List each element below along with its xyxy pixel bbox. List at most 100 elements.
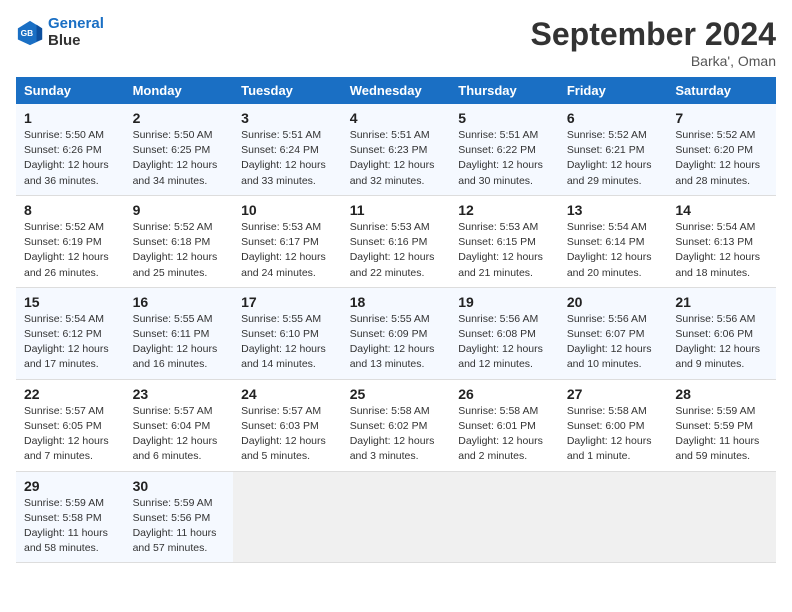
calendar-cell: 9 Sunrise: 5:52 AMSunset: 6:18 PMDaylight…: [125, 195, 234, 287]
day-info: Sunrise: 5:50 AMSunset: 6:25 PMDaylight:…: [133, 128, 226, 189]
day-info: Sunrise: 5:56 AMSunset: 6:06 PMDaylight:…: [675, 312, 768, 373]
day-info: Sunrise: 5:54 AMSunset: 6:12 PMDaylight:…: [24, 312, 117, 373]
calendar-cell: 6Sunrise: 5:52 AMSunset: 6:21 PMDaylight…: [559, 104, 668, 195]
day-number: 19: [458, 294, 551, 310]
calendar-cell: 4Sunrise: 5:51 AMSunset: 6:23 PMDaylight…: [342, 104, 451, 195]
day-info: Sunrise: 5:52 AMSunset: 6:19 PMDaylight:…: [24, 220, 117, 281]
day-number: 7: [675, 110, 768, 126]
calendar-cell: 15 Sunrise: 5:54 AMSunset: 6:12 PMDayligh…: [16, 287, 125, 379]
calendar-cell: 25 Sunrise: 5:58 AMSunset: 6:02 PMDayligh…: [342, 379, 451, 471]
day-number: 27: [567, 386, 660, 402]
day-number: 9: [133, 202, 226, 218]
day-number: 8: [24, 202, 117, 218]
day-number: 5: [458, 110, 551, 126]
calendar-cell: 13Sunrise: 5:54 AMSunset: 6:14 PMDayligh…: [559, 195, 668, 287]
col-thursday: Thursday: [450, 77, 559, 104]
day-info: Sunrise: 5:54 AMSunset: 6:13 PMDaylight:…: [675, 220, 768, 281]
day-info: Sunrise: 5:53 AMSunset: 6:16 PMDaylight:…: [350, 220, 443, 281]
logo-icon: GB: [16, 19, 44, 47]
day-number: 10: [241, 202, 334, 218]
calendar-cell: [559, 471, 668, 563]
day-info: Sunrise: 5:58 AMSunset: 6:00 PMDaylight:…: [567, 404, 660, 465]
col-monday: Monday: [125, 77, 234, 104]
page-header: GB General Blue September 2024 Barka', O…: [16, 16, 776, 69]
calendar-row: 15 Sunrise: 5:54 AMSunset: 6:12 PMDayligh…: [16, 287, 776, 379]
day-number: 13: [567, 202, 660, 218]
day-info: Sunrise: 5:59 AMSunset: 5:58 PMDaylight:…: [24, 496, 117, 557]
calendar-cell: 26 Sunrise: 5:58 AMSunset: 6:01 PMDayligh…: [450, 379, 559, 471]
calendar-cell: 3 Sunrise: 5:51 AMSunset: 6:24 PMDaylight…: [233, 104, 342, 195]
day-info: Sunrise: 5:59 AMSunset: 5:56 PMDaylight:…: [133, 496, 226, 557]
calendar-cell: 20 Sunrise: 5:56 AMSunset: 6:07 PMDayligh…: [559, 287, 668, 379]
calendar-cell: 8 Sunrise: 5:52 AMSunset: 6:19 PMDaylight…: [16, 195, 125, 287]
day-info: Sunrise: 5:57 AMSunset: 6:03 PMDaylight:…: [241, 404, 334, 465]
calendar-cell: 2Sunrise: 5:50 AMSunset: 6:25 PMDaylight…: [125, 104, 234, 195]
col-friday: Friday: [559, 77, 668, 104]
calendar-cell: 29 Sunrise: 5:59 AMSunset: 5:58 PMDayligh…: [16, 471, 125, 563]
calendar-cell: 16 Sunrise: 5:55 AMSunset: 6:11 PMDayligh…: [125, 287, 234, 379]
calendar-cell: 14 Sunrise: 5:54 AMSunset: 6:13 PMDayligh…: [667, 195, 776, 287]
day-info: Sunrise: 5:55 AMSunset: 6:11 PMDaylight:…: [133, 312, 226, 373]
day-number: 1: [24, 110, 117, 126]
day-info: Sunrise: 5:51 AMSunset: 6:24 PMDaylight:…: [241, 128, 334, 189]
day-number: 11: [350, 202, 443, 218]
day-number: 26: [458, 386, 551, 402]
calendar-cell: [667, 471, 776, 563]
calendar-cell: 17Sunrise: 5:55 AMSunset: 6:10 PMDayligh…: [233, 287, 342, 379]
day-number: 29: [24, 478, 117, 494]
day-number: 18: [350, 294, 443, 310]
calendar-row: 8 Sunrise: 5:52 AMSunset: 6:19 PMDaylight…: [16, 195, 776, 287]
calendar-cell: 23Sunrise: 5:57 AMSunset: 6:04 PMDayligh…: [125, 379, 234, 471]
day-info: Sunrise: 5:59 AMSunset: 5:59 PMDaylight:…: [675, 404, 768, 465]
location: Barka', Oman: [531, 53, 776, 69]
day-number: 30: [133, 478, 226, 494]
day-number: 3: [241, 110, 334, 126]
day-number: 15: [24, 294, 117, 310]
day-number: 12: [458, 202, 551, 218]
calendar-row: 1 Sunrise: 5:50 AMSunset: 6:26 PMDaylight…: [16, 104, 776, 195]
logo: GB General Blue: [16, 16, 104, 49]
col-sunday: Sunday: [16, 77, 125, 104]
day-info: Sunrise: 5:51 AMSunset: 6:22 PMDaylight:…: [458, 128, 551, 189]
day-info: Sunrise: 5:52 AMSunset: 6:18 PMDaylight:…: [133, 220, 226, 281]
day-number: 22: [24, 386, 117, 402]
calendar-cell: 22 Sunrise: 5:57 AMSunset: 6:05 PMDayligh…: [16, 379, 125, 471]
day-number: 25: [350, 386, 443, 402]
header-row: Sunday Monday Tuesday Wednesday Thursday…: [16, 77, 776, 104]
day-info: Sunrise: 5:53 AMSunset: 6:17 PMDaylight:…: [241, 220, 334, 281]
day-info: Sunrise: 5:57 AMSunset: 6:05 PMDaylight:…: [24, 404, 117, 465]
calendar-cell: [342, 471, 451, 563]
col-wednesday: Wednesday: [342, 77, 451, 104]
calendar-cell: 30 Sunrise: 5:59 AMSunset: 5:56 PMDayligh…: [125, 471, 234, 563]
day-number: 6: [567, 110, 660, 126]
calendar-cell: [450, 471, 559, 563]
calendar-cell: 18 Sunrise: 5:55 AMSunset: 6:09 PMDayligh…: [342, 287, 451, 379]
col-tuesday: Tuesday: [233, 77, 342, 104]
logo-text: General Blue: [48, 16, 104, 49]
calendar-cell: 7Sunrise: 5:52 AMSunset: 6:20 PMDaylight…: [667, 104, 776, 195]
calendar-cell: 11 Sunrise: 5:53 AMSunset: 6:16 PMDayligh…: [342, 195, 451, 287]
day-info: Sunrise: 5:50 AMSunset: 6:26 PMDaylight:…: [24, 128, 117, 189]
day-info: Sunrise: 5:55 AMSunset: 6:10 PMDaylight:…: [241, 312, 334, 373]
day-info: Sunrise: 5:58 AMSunset: 6:01 PMDaylight:…: [458, 404, 551, 465]
calendar-cell: 21Sunrise: 5:56 AMSunset: 6:06 PMDayligh…: [667, 287, 776, 379]
calendar-cell: 19 Sunrise: 5:56 AMSunset: 6:08 PMDayligh…: [450, 287, 559, 379]
calendar-cell: 24Sunrise: 5:57 AMSunset: 6:03 PMDayligh…: [233, 379, 342, 471]
day-number: 14: [675, 202, 768, 218]
day-info: Sunrise: 5:51 AMSunset: 6:23 PMDaylight:…: [350, 128, 443, 189]
month-title: September 2024: [531, 16, 776, 53]
day-number: 28: [675, 386, 768, 402]
calendar-cell: 27 Sunrise: 5:58 AMSunset: 6:00 PMDayligh…: [559, 379, 668, 471]
svg-text:GB: GB: [21, 27, 34, 37]
calendar-cell: 5 Sunrise: 5:51 AMSunset: 6:22 PMDaylight…: [450, 104, 559, 195]
day-info: Sunrise: 5:56 AMSunset: 6:08 PMDaylight:…: [458, 312, 551, 373]
calendar-cell: 28 Sunrise: 5:59 AMSunset: 5:59 PMDayligh…: [667, 379, 776, 471]
calendar-table: Sunday Monday Tuesday Wednesday Thursday…: [16, 77, 776, 563]
day-info: Sunrise: 5:53 AMSunset: 6:15 PMDaylight:…: [458, 220, 551, 281]
day-info: Sunrise: 5:55 AMSunset: 6:09 PMDaylight:…: [350, 312, 443, 373]
calendar-row: 29 Sunrise: 5:59 AMSunset: 5:58 PMDayligh…: [16, 471, 776, 563]
day-info: Sunrise: 5:56 AMSunset: 6:07 PMDaylight:…: [567, 312, 660, 373]
day-number: 16: [133, 294, 226, 310]
day-number: 20: [567, 294, 660, 310]
day-info: Sunrise: 5:58 AMSunset: 6:02 PMDaylight:…: [350, 404, 443, 465]
